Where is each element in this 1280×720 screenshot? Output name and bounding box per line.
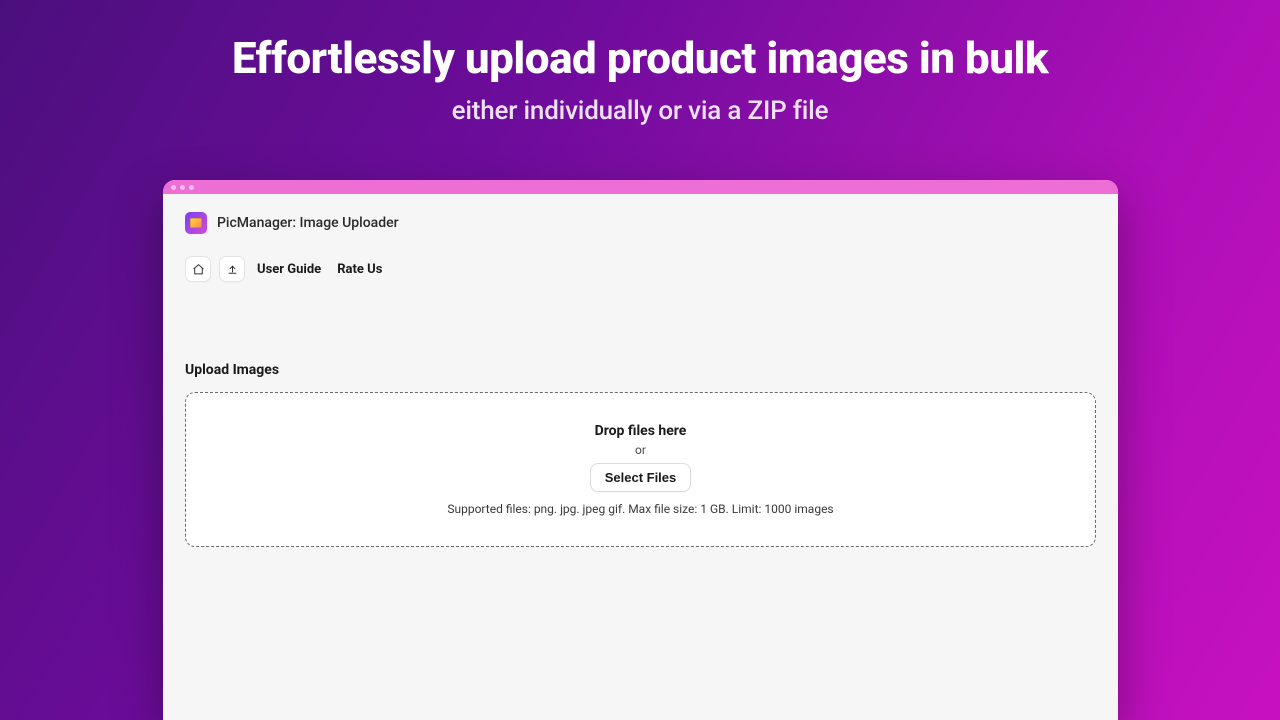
upload-dropzone[interactable]: Drop files here or Select Files Supporte… [185,392,1096,547]
select-files-button[interactable]: Select Files [590,463,692,492]
app-body: PicManager: Image Uploader User Guide Ra… [163,194,1118,547]
upload-icon [226,263,239,276]
dropzone-title: Drop files here [595,423,687,439]
user-guide-link[interactable]: User Guide [253,258,325,281]
hero-subhead: either individually or via a ZIP file [0,96,1280,126]
app-window: PicManager: Image Uploader User Guide Ra… [163,180,1118,720]
dropzone-or: or [635,443,646,457]
toolbar: User Guide Rate Us [185,256,1096,282]
home-icon [192,263,205,276]
upload-section-title: Upload Images [185,362,1096,378]
window-titlebar [163,180,1118,194]
app-logo-icon [185,212,207,234]
app-logo-inner [190,218,202,228]
hero-headline: Effortlessly upload product images in bu… [0,32,1280,84]
traffic-light-dot [180,185,185,190]
home-button[interactable] [185,256,211,282]
rate-us-link[interactable]: Rate Us [333,258,386,281]
app-brand: PicManager: Image Uploader [185,212,1096,234]
upload-nav-button[interactable] [219,256,245,282]
marketing-hero: Effortlessly upload product images in bu… [0,0,1280,126]
dropzone-hint: Supported files: png. jpg. jpeg gif. Max… [447,502,833,516]
traffic-light-dot [171,185,176,190]
app-title: PicManager: Image Uploader [217,215,399,231]
traffic-light-dot [189,185,194,190]
